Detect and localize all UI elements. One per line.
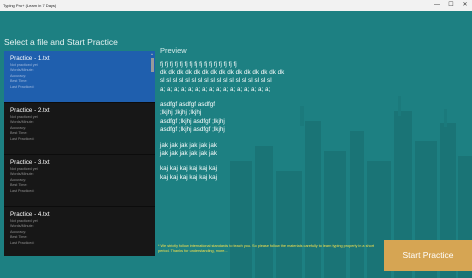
preview-line: kaj kaj kaj kaj kaj kaj [160,165,218,173]
close-button[interactable]: ✕ [458,0,472,11]
preview-line: sl sl sl sl sl sl sl sl sl sl sl sl sl s… [160,77,272,85]
preview-line-blank [160,158,460,166]
preview-text: fj fj fj fj fj fj fj fj fj fj fj fj fj f… [160,61,460,182]
preview-line: asdfgf asdfgf asdfgf [160,101,215,109]
file-name: Practice - 2.txt [10,107,50,114]
preview-line: asdfgf ;lkjhj asdfgf ;lkjhj [160,125,225,133]
file-last-practiced: Last Practiced: [10,84,35,89]
preview-heading: Preview [160,46,187,55]
file-item-practice-2[interactable]: Practice - 2.txt Not practiced yet Words… [4,103,155,155]
preview-line-blank [160,134,460,142]
file-item-practice-4[interactable]: Practice - 4.txt Not practiced yet Words… [4,207,155,256]
preview-line: jak jak jak jak jak jak [160,141,218,149]
title-bar: Typing Pro+ (Learn in 7 Days) — ☐ ✕ [0,0,472,11]
file-last-practiced: Last Practiced: [10,240,35,245]
preview-line: asdfgf ;lkjhj asdfgf ;lkjhj [160,117,225,125]
file-last-practiced: Last Practiced: [10,188,35,193]
file-last-practiced: Last Practiced: [10,136,35,141]
preview-line: a; a; a; a; a; a; a; a; a; a; a; a; a; a… [160,85,271,93]
file-name: Practice - 3.txt [10,159,50,166]
window-title: Typing Pro+ (Learn in 7 Days) [3,3,57,8]
preview-line: ;lkjhj ;lkjhj ;lkjhj [160,109,202,117]
preview-line: fj fj fj fj fj fj fj fj fj fj fj fj fj f… [160,61,237,68]
maximize-button[interactable]: ☐ [444,0,458,11]
file-list[interactable]: Practice - 1.txt Not practiced yet Words… [4,51,155,256]
file-item-practice-1[interactable]: Practice - 1.txt Not practiced yet Words… [4,51,155,103]
file-item-practice-3[interactable]: Practice - 3.txt Not practiced yet Words… [4,155,155,207]
file-name: Practice - 4.txt [10,211,50,218]
select-file-heading: Select a file and Start Practice [4,37,118,47]
scroll-thumb[interactable] [150,58,154,72]
preview-line: kaj kaj kaj kaj kaj kaj [160,173,218,181]
start-practice-button[interactable]: Start Practice [384,240,472,271]
file-list-scrollbar[interactable]: ▲ [150,52,154,255]
file-name: Practice - 1.txt [10,55,50,62]
preview-line: jak jak jak jak jak jak [160,149,218,157]
window-controls: — ☐ ✕ [430,0,472,11]
preview-line: dk dk dk dk dk dk dk dk dk dk dk dk dk d… [160,69,285,77]
standards-note: * We strictly follow international stand… [158,244,375,253]
minimize-button[interactable]: — [430,0,444,11]
app-body: Select a file and Start Practice Practic… [0,11,472,278]
scroll-up-arrow-icon[interactable]: ▲ [150,52,154,56]
preview-line-blank [160,94,460,102]
